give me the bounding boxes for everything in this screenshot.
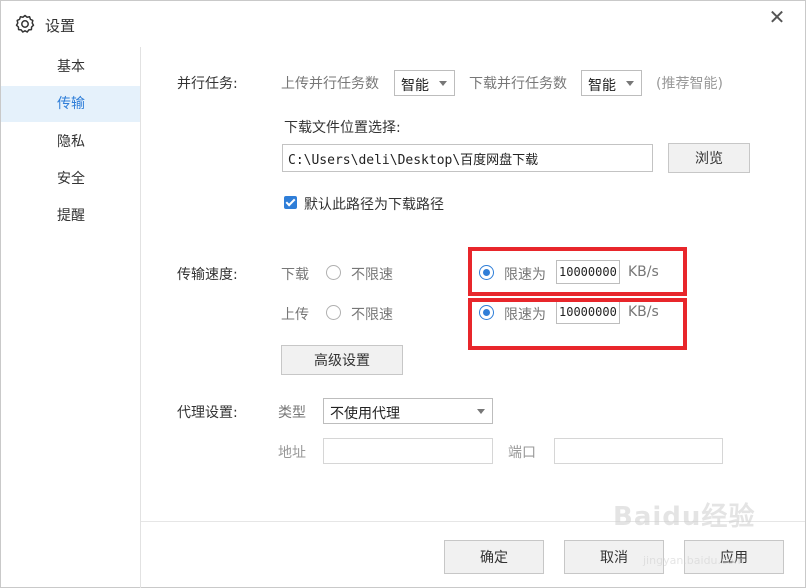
watermark-sub: jingyan.baidu.com (643, 554, 745, 567)
upload-unlimited-label: 不限速 (351, 307, 393, 323)
close-button[interactable]: ✕ (763, 6, 791, 30)
default-path-label: 默认此路径为下载路径 (304, 197, 444, 213)
download-unlimited-radio[interactable] (326, 265, 341, 280)
baidu-watermark: Baidu经验 jingyan.baidu.com (613, 496, 803, 576)
upload-unlimited-radio[interactable] (326, 305, 341, 320)
proxy-port-input[interactable] (554, 438, 723, 464)
parallel-section-label: 并行任务: (177, 76, 238, 92)
proxy-type-select[interactable]: 不使用代理 (323, 398, 493, 424)
upload-parallel-value: 智能 (401, 78, 429, 94)
ok-button[interactable]: 确定 (444, 540, 544, 574)
window-title: 设置 (45, 17, 76, 35)
proxy-type-value: 不使用代理 (330, 406, 400, 422)
advanced-settings-button[interactable]: 高级设置 (281, 345, 403, 375)
upload-speed-label: 上传 (281, 307, 309, 323)
settings-sidebar: 基本 传输 隐私 安全 提醒 (1, 47, 141, 588)
download-unlimited-label: 不限速 (351, 267, 393, 283)
download-path-input[interactable] (282, 144, 653, 172)
sidebar-item-privacy[interactable]: 隐私 (1, 124, 140, 160)
watermark-text: Baidu经验 (613, 502, 756, 532)
download-speed-label: 下载 (281, 267, 309, 283)
chevron-down-icon (477, 409, 485, 414)
download-location-label: 下载文件位置选择: (284, 120, 401, 136)
proxy-type-label: 类型 (278, 405, 306, 421)
speed-section-label: 传输速度: (177, 267, 238, 283)
title-bar: 设置 ✕ (1, 1, 805, 47)
sidebar-item-security[interactable]: 安全 (1, 161, 140, 197)
gear-icon (15, 14, 35, 33)
settings-window: 设置 ✕ 基本 传输 隐私 安全 提醒 并行任务: 上传并行任务数 智能 下载并… (0, 0, 806, 588)
upload-parallel-select[interactable]: 智能 (394, 70, 455, 96)
download-parallel-label: 下载并行任务数 (469, 76, 567, 92)
download-parallel-select[interactable]: 智能 (581, 70, 642, 96)
proxy-address-label: 地址 (278, 445, 306, 461)
chevron-down-icon (439, 81, 447, 86)
chevron-down-icon (626, 81, 634, 86)
browse-button[interactable]: 浏览 (668, 143, 750, 173)
parallel-hint: (推荐智能) (656, 76, 723, 92)
proxy-section-label: 代理设置: (177, 405, 238, 421)
proxy-port-label: 端口 (508, 445, 536, 461)
proxy-address-input[interactable] (323, 438, 493, 464)
sidebar-item-basic[interactable]: 基本 (1, 49, 140, 85)
default-path-checkbox[interactable] (284, 196, 297, 209)
close-icon: ✕ (768, 5, 786, 29)
download-parallel-value: 智能 (588, 78, 616, 94)
sidebar-item-transfer[interactable]: 传输 (1, 86, 140, 122)
download-limit-highlight (468, 247, 687, 296)
upload-parallel-label: 上传并行任务数 (281, 76, 379, 92)
sidebar-item-reminder[interactable]: 提醒 (1, 198, 140, 234)
upload-limit-highlight (468, 298, 687, 350)
